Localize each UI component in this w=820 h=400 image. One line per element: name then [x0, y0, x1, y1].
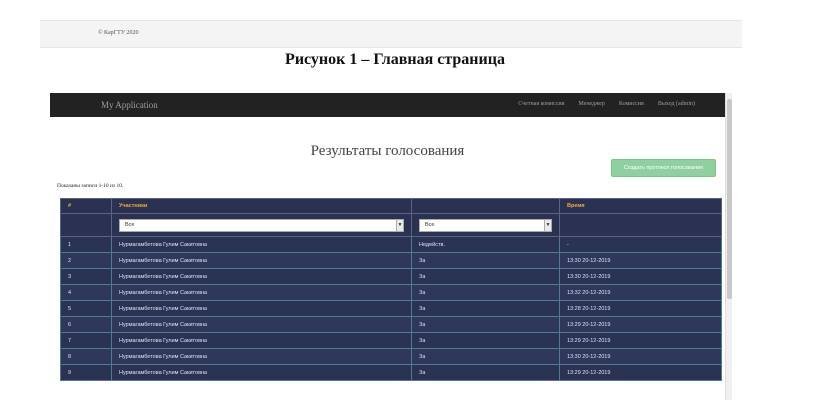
row-vote: За	[411, 332, 560, 349]
brand-link[interactable]: My Application	[101, 100, 158, 110]
row-vote: За	[411, 284, 560, 301]
results-table: # Участники Время Все ▼ Все ▼ 1 Нурмагам…	[60, 198, 722, 381]
row-number: 7	[60, 332, 112, 349]
row-vote: За	[411, 348, 560, 365]
filter-cell-empty	[559, 213, 722, 237]
row-number: 4	[60, 284, 112, 301]
nav-link-logout[interactable]: Выход (admin)	[658, 101, 695, 107]
table-row[interactable]: 6 Нурмагамбетова Гулим Сакитовна За 13:2…	[60, 316, 722, 333]
table-filter-row: Все ▼ Все ▼	[60, 213, 722, 237]
nav-link-counting-commission[interactable]: Счетная комиссия	[518, 101, 564, 107]
table-row[interactable]: 2 Нурмагамбетова Гулим Сакитовна За 13:3…	[60, 252, 722, 269]
table-row[interactable]: 7 Нурмагамбетова Гулим Сакитовна За 13:2…	[60, 332, 722, 349]
row-time: 13:29 20-12-2019	[559, 332, 722, 349]
row-time: 13:29 20-12-2019	[559, 364, 722, 381]
row-participant: Нурмагамбетова Гулим Сакитовна	[111, 284, 412, 301]
column-header-participants[interactable]: Участники	[111, 198, 412, 214]
row-number: 5	[60, 300, 112, 317]
scrollbar-thumb[interactable]	[727, 99, 732, 299]
row-participant: Нурмагамбетова Гулим Сакитовна	[111, 348, 412, 365]
column-header-number[interactable]: #	[60, 198, 112, 214]
row-participant: Нурмагамбетова Гулим Сакитовна	[111, 236, 412, 253]
column-header-time[interactable]: Время	[559, 198, 722, 214]
row-participant: Нурмагамбетова Гулим Сакитовна	[111, 316, 412, 333]
row-participant: Нурмагамбетова Гулим Сакитовна	[111, 300, 412, 317]
table-row[interactable]: 8 Нурмагамбетова Гулим Сакитовна За 13:3…	[60, 348, 722, 365]
row-time: 13:30 20-12-2019	[559, 252, 722, 269]
row-time: 13:32 20-12-2019	[559, 284, 722, 301]
vertical-scrollbar[interactable]	[725, 93, 732, 400]
row-number: 6	[60, 316, 112, 333]
create-protocol-button[interactable]: Создать протокол голосования	[611, 159, 716, 177]
row-number: 2	[60, 252, 112, 269]
table-row[interactable]: 3 Нурмагамбетова Гулим Сакитовна За 13:3…	[60, 268, 722, 285]
footer-copyright: © КарГТУ 2020	[98, 30, 139, 36]
chevron-down-icon: ▼	[396, 219, 403, 231]
row-number: 9	[60, 364, 112, 381]
row-time: -	[559, 236, 722, 253]
nav-link-manager[interactable]: Менеджер	[578, 101, 605, 107]
row-number: 3	[60, 268, 112, 285]
row-time: 13:30 20-12-2019	[559, 348, 722, 365]
row-participant: Нурмагамбетова Гулим Сакитовна	[111, 364, 412, 381]
footer-strip: © КарГТУ 2020	[40, 20, 742, 48]
app-window: My Application Счетная комиссия Менеджер…	[50, 93, 732, 400]
table-row[interactable]: 4 Нурмагамбетова Гулим Сакитовна За 13:3…	[60, 284, 722, 301]
table-row[interactable]: 5 Нурмагамбетова Гулим Сакитовна За 13:2…	[60, 300, 722, 317]
participant-filter-select[interactable]: Все ▼	[119, 218, 404, 232]
nav-link-commission[interactable]: Комиссия	[619, 101, 644, 107]
figure-caption: Рисунок 1 – Главная страница	[285, 51, 505, 68]
row-vote: За	[411, 252, 560, 269]
table-row[interactable]: 1 Нурмагамбетова Гулим Сакитовна Недейст…	[60, 236, 722, 253]
page-title: Результаты голосования	[310, 143, 465, 159]
row-number: 1	[60, 236, 112, 253]
row-participant: Нурмагамбетова Гулим Сакитовна	[111, 252, 412, 269]
row-time: 13:30 20-12-2019	[559, 268, 722, 285]
column-header-vote[interactable]	[411, 198, 560, 214]
row-time: 13:28 20-12-2019	[559, 300, 722, 317]
row-number: 8	[60, 348, 112, 365]
row-vote: За	[411, 300, 560, 317]
nav-links: Счетная комиссия Менеджер Комиссия Выход…	[518, 101, 695, 107]
row-vote: За	[411, 364, 560, 381]
filter-cell-participant: Все ▼	[111, 213, 412, 237]
filter-cell-vote: Все ▼	[411, 213, 560, 237]
table-header-row: # Участники Время	[60, 198, 722, 214]
row-participant: Нурмагамбетова Гулим Сакитовна	[111, 268, 412, 285]
records-summary: Показаны записи 1-10 из 10.	[57, 183, 124, 189]
filter-cell-empty	[60, 213, 112, 237]
row-time: 13:29 20-12-2019	[559, 316, 722, 333]
navbar: My Application Счетная комиссия Менеджер…	[50, 93, 725, 117]
row-vote: Недейств.	[411, 236, 560, 253]
row-vote: За	[411, 268, 560, 285]
row-participant: Нурмагамбетова Гулим Сакитовна	[111, 332, 412, 349]
vote-filter-select[interactable]: Все ▼	[419, 218, 552, 232]
chevron-down-icon: ▼	[544, 219, 551, 231]
participant-filter-value: Все	[125, 221, 135, 228]
table-row[interactable]: 9 Нурмагамбетова Гулим Сакитовна За 13:2…	[60, 364, 722, 381]
vote-filter-value: Все	[425, 221, 435, 228]
row-vote: За	[411, 316, 560, 333]
